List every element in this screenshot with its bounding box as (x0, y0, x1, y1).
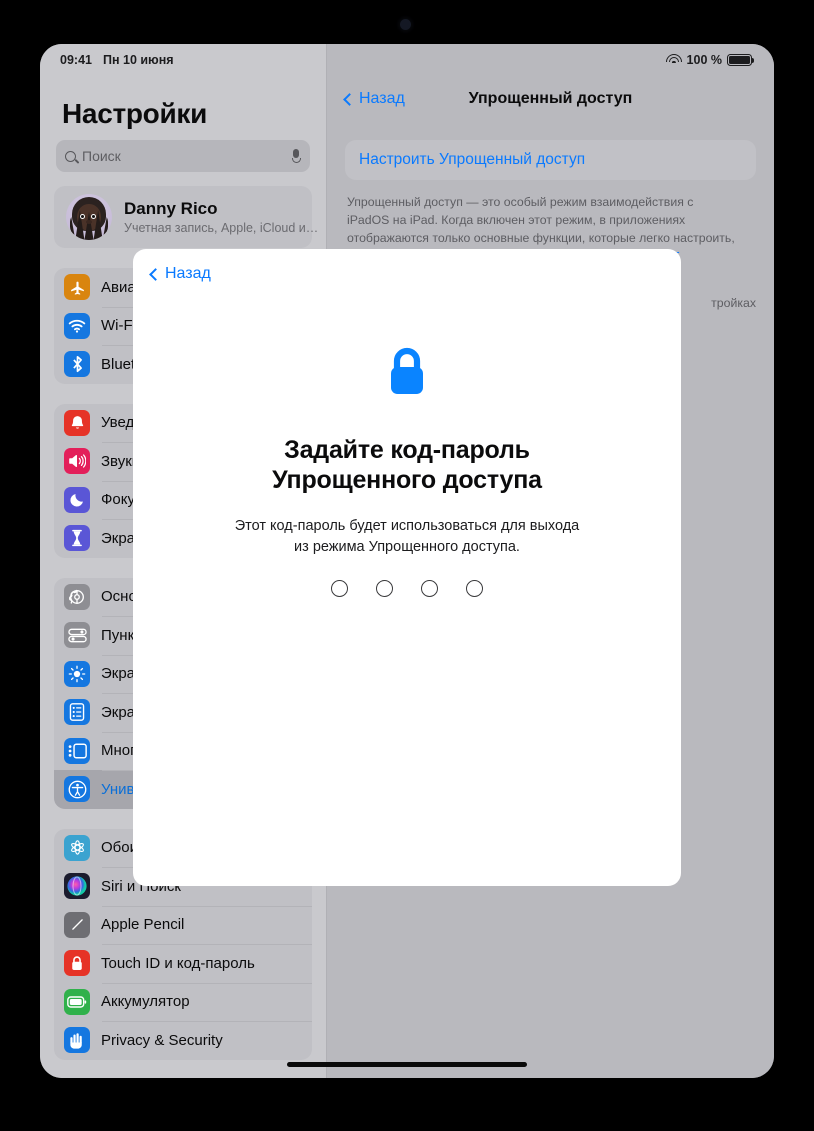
account-subtitle: Учетная запись, Apple, iCloud и… (124, 221, 319, 235)
sidebar-item-3-g4[interactable]: Apple Pencil (54, 905, 312, 945)
hand-icon (64, 1027, 90, 1054)
lock-icon (64, 950, 90, 977)
modal-subtitle-line2: из режима Упрощенного доступа. (294, 538, 520, 555)
status-bar: 09:41 Пн 10 июня 100 % (40, 44, 774, 76)
battery-full-icon (727, 53, 755, 67)
siri-icon (64, 873, 90, 900)
sidebar-item-label: Apple Pencil (101, 916, 185, 934)
back-button[interactable]: Назад (343, 90, 405, 108)
bell-icon (64, 409, 90, 436)
speaker-icon (64, 448, 90, 475)
passcode-dots[interactable] (133, 580, 681, 598)
modal-title-line1: Задайте код-пароль (284, 436, 530, 464)
gear-icon (64, 583, 90, 610)
battery-percent-label: 100 % (686, 53, 722, 67)
search-icon (65, 150, 76, 162)
sidebar-item-4-g4[interactable]: Touch ID и код-пароль (54, 944, 312, 983)
passcode-dot (421, 580, 438, 598)
account-name: Danny Rico (124, 199, 218, 218)
search-input[interactable]: Поиск (56, 140, 310, 172)
chevron-left-icon (343, 92, 356, 106)
home-screen-icon (64, 699, 90, 726)
modal-subtitle-line1: Этот код-пароль будет использоваться для… (234, 518, 580, 534)
avatar (66, 194, 112, 240)
setup-assistive-access-row[interactable]: Настроить Упрощенный доступ (345, 140, 756, 180)
modal-title-line2: Упрощенного доступа (272, 466, 542, 494)
sidebar-item-label: Touch ID и код-пароль (101, 954, 255, 972)
passcode-dot (466, 580, 483, 598)
sidebar-item-label: Аккумулятор (101, 993, 190, 1011)
ipad-screen: 09:41 Пн 10 июня 100 % Настройки Поиск D… (40, 44, 774, 1078)
modal-subtitle: Этот код-пароль будет использоваться для… (133, 516, 681, 557)
sidebar-item-label: Wi-Fi (101, 317, 136, 335)
sidebar-item-label: Privacy & Security (101, 1031, 223, 1049)
moon-icon (64, 486, 90, 513)
battery-icon (64, 988, 90, 1015)
passcode-dot (376, 580, 393, 598)
multitasking-icon (64, 737, 90, 764)
status-time: 09:41 (60, 53, 92, 67)
navigation-bar: Назад Упрощенный доступ (327, 76, 774, 122)
bluetooth-icon (64, 351, 90, 378)
toggles-icon (64, 622, 90, 649)
pencil-icon (64, 911, 90, 938)
home-indicator (287, 1062, 527, 1067)
device-frame: 09:41 Пн 10 июня 100 % Настройки Поиск D… (0, 0, 814, 1131)
setup-row-label: Настроить Упрощенный доступ (359, 151, 586, 168)
brightness-icon (64, 660, 90, 687)
passcode-dot (331, 580, 348, 598)
wifi-icon (64, 312, 90, 339)
lock-icon (385, 346, 429, 403)
wifi-icon (665, 54, 682, 66)
accessibility-icon (64, 776, 90, 803)
sidebar-item-6-g4[interactable]: Privacy & Security (54, 1021, 312, 1060)
modal-back-button[interactable]: Назад (133, 249, 681, 283)
page-title: Настройки (62, 98, 208, 129)
status-date: Пн 10 июня (102, 53, 174, 67)
wallpaper-icon (64, 834, 90, 861)
chevron-left-icon (149, 267, 162, 281)
microphone-icon[interactable] (292, 149, 301, 163)
front-camera-icon (400, 19, 411, 30)
modal-title: Задайте код-пароль Упрощенного доступа (133, 435, 681, 495)
set-passcode-modal: Назад Задайте код-пароль Упрощенного дос… (133, 249, 681, 886)
search-placeholder: Поиск (82, 148, 121, 164)
back-button-label: Назад (359, 90, 405, 107)
sidebar-item-5-g4[interactable]: Аккумулятор (54, 982, 312, 1022)
modal-back-label: Назад (165, 265, 211, 282)
airplane-icon (64, 274, 90, 301)
hourglass-icon (64, 525, 90, 552)
account-row[interactable]: Danny Rico Учетная запись, Apple, iCloud… (54, 186, 319, 248)
